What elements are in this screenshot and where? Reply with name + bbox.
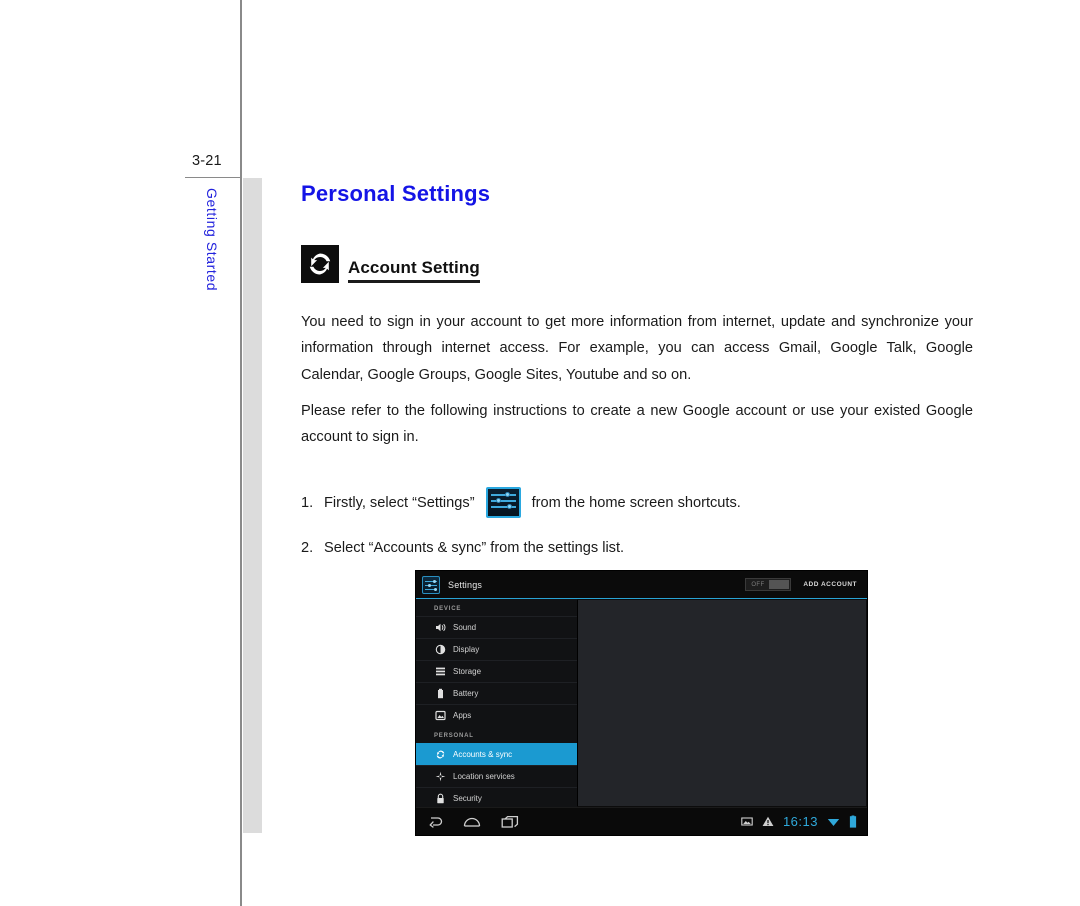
warning-icon[interactable] (762, 816, 774, 827)
tablet-navigation-bar: 16:13 (416, 807, 867, 835)
page-title: Personal Settings (301, 181, 491, 206)
sync-toggle-label: OFF (751, 581, 765, 588)
settings-item-battery[interactable]: Battery (416, 682, 577, 704)
home-icon[interactable] (463, 815, 481, 829)
settings-item-label: Sound (453, 623, 477, 632)
sync-icon (434, 749, 446, 761)
settings-item-label: Battery (453, 689, 479, 698)
margin-vertical-rule (240, 0, 242, 906)
chapter-tab-band (243, 178, 262, 833)
section-heading-label: Account Setting (348, 259, 480, 283)
step-number: 1. (301, 494, 314, 511)
settings-sliders-icon (485, 487, 521, 518)
chapter-side-tab: Getting Started (204, 188, 220, 292)
sync-toggle-switch[interactable]: OFF (745, 578, 792, 591)
brightness-icon (434, 644, 446, 656)
step-text-before: Firstly, select “Settings” (324, 494, 475, 511)
settings-sliders-icon (422, 575, 440, 594)
recents-icon[interactable] (501, 815, 519, 829)
apps-icon (434, 710, 446, 722)
step-item-1: 1. Firstly, select “Settings” from the h… (301, 487, 973, 518)
settings-item-location-services[interactable]: Location services (416, 765, 577, 787)
step-text-after: from the home screen shortcuts. (531, 494, 741, 511)
settings-item-apps[interactable]: Apps (416, 704, 577, 726)
settings-item-label: Display (453, 645, 480, 654)
tablet-action-buttons: OFF ADD ACCOUNT (745, 578, 861, 591)
settings-item-label: Accounts & sync (453, 750, 513, 759)
page-number: 3-21 (192, 153, 222, 169)
page-number-underline (185, 177, 242, 178)
step-item-2: 2. Select “Accounts & sync” from the set… (301, 535, 973, 561)
settings-item-sound[interactable]: Sound (416, 616, 577, 638)
settings-detail-pane (577, 600, 866, 806)
speaker-icon (434, 622, 446, 634)
status-clock: 16:13 (782, 814, 818, 829)
wifi-icon[interactable] (827, 816, 840, 827)
tablet-content-area: DEVICE Sound Display Storage Battery App… (416, 599, 867, 807)
settings-section-header-device: DEVICE (434, 606, 462, 612)
settings-section-header-personal: PERSONAL (434, 733, 474, 739)
settings-item-display[interactable]: Display (416, 638, 577, 660)
location-icon (434, 771, 446, 783)
settings-item-storage[interactable]: Storage (416, 660, 577, 682)
step-text-before: Select “Accounts & sync” from the settin… (324, 540, 625, 556)
battery-icon (434, 688, 446, 700)
settings-item-label: Security (453, 794, 482, 803)
battery-status-icon[interactable] (849, 815, 857, 828)
screenshot-icon[interactable] (741, 816, 753, 827)
settings-list[interactable]: DEVICE Sound Display Storage Battery App… (416, 599, 577, 807)
settings-item-label: Apps (453, 711, 472, 720)
tablet-screenshot-figure: Settings OFF ADD ACCOUNT DEVICE Sound Di… (415, 570, 868, 836)
toggle-thumb (769, 580, 790, 589)
sync-icon (301, 245, 339, 283)
intro-paragraph-2: Please refer to the following instructio… (301, 403, 973, 446)
tablet-nav-buttons (426, 815, 519, 829)
settings-item-label: Location services (453, 772, 515, 781)
storage-icon (434, 666, 446, 678)
intro-paragraph-1: You need to sign in your account to get … (301, 314, 973, 383)
tablet-status-icons: 16:13 (741, 814, 857, 829)
settings-item-security[interactable]: Security (416, 787, 577, 807)
settings-item-accounts-and-sync[interactable]: Accounts & sync (416, 743, 577, 765)
tablet-app-title: Settings (448, 579, 483, 590)
add-account-button[interactable]: ADD ACCOUNT (803, 581, 857, 588)
tablet-action-bar: Settings OFF ADD ACCOUNT (416, 571, 867, 599)
section-heading: Account Setting (301, 245, 480, 283)
step-number: 2. (301, 540, 314, 556)
lock-icon (434, 793, 446, 805)
settings-item-label: Storage (453, 667, 482, 676)
back-icon[interactable] (426, 815, 443, 829)
